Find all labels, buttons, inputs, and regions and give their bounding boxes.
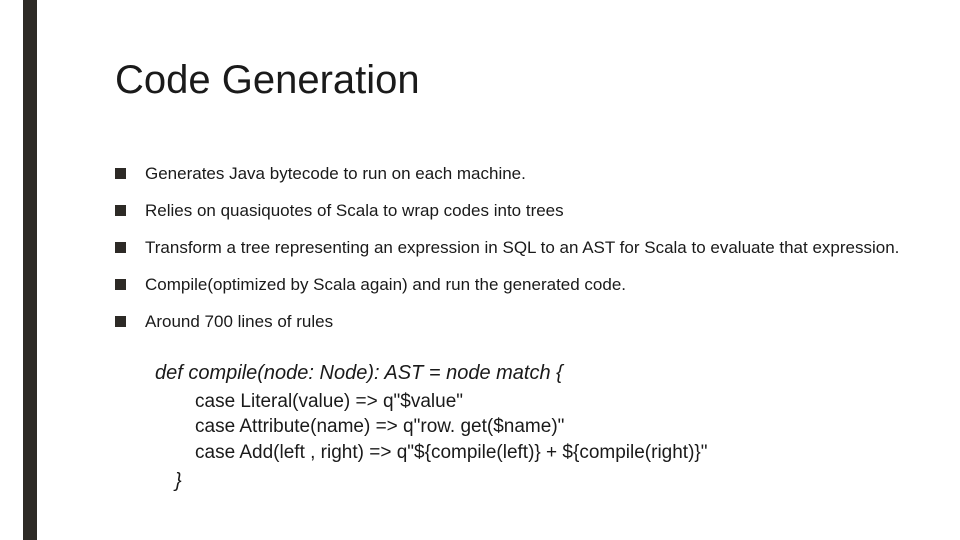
code-block: def compile(node: Node): AST = node matc… — [155, 360, 900, 495]
code-signature: def compile(node: Node): AST = node matc… — [155, 360, 900, 387]
code-line: case Literal(value) => q"$value" — [195, 389, 900, 415]
bullet-item: Transform a tree representing an express… — [115, 237, 900, 260]
bullet-item: Compile(optimized by Scala again) and ru… — [115, 274, 900, 297]
code-close: } — [175, 468, 900, 495]
slide-title: Code Generation — [115, 58, 900, 103]
bullet-item: Around 700 lines of rules — [115, 311, 900, 334]
code-line: case Attribute(name) => q"row. get($name… — [195, 414, 900, 440]
accent-bar — [23, 0, 37, 540]
bullet-item: Generates Java bytecode to run on each m… — [115, 163, 900, 186]
code-line: case Add(left , right) => q"${compile(le… — [195, 440, 900, 466]
code-body: case Literal(value) => q"$value" case At… — [195, 389, 900, 466]
bullet-item: Relies on quasiquotes of Scala to wrap c… — [115, 200, 900, 223]
slide-content: Code Generation Generates Java bytecode … — [115, 58, 900, 495]
bullet-list: Generates Java bytecode to run on each m… — [115, 163, 900, 334]
slide: Code Generation Generates Java bytecode … — [0, 0, 960, 540]
